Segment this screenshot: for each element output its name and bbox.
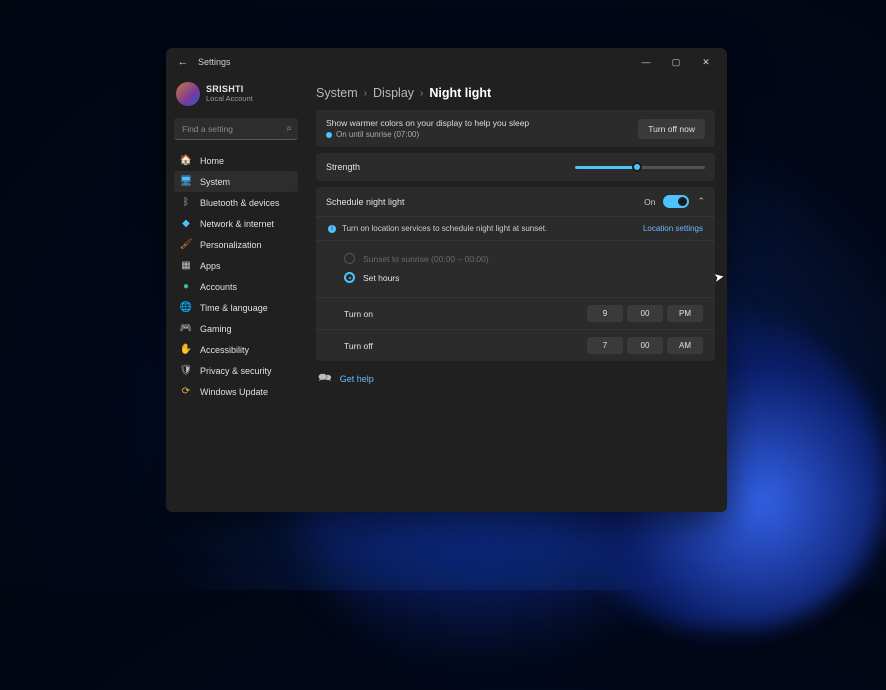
nav-icon: ✋ [180, 344, 192, 355]
location-info-row: i Turn on location services to schedule … [316, 217, 715, 241]
sidebar-item-home[interactable]: 🏠 Home [174, 150, 298, 171]
turn-off-label: Turn off [344, 341, 373, 351]
strength-card: Strength [316, 153, 715, 181]
search-icon: ⌕ [286, 123, 292, 134]
turn-off-hour-picker[interactable]: 7 [587, 337, 623, 354]
strength-slider[interactable] [575, 161, 705, 173]
nav-icon: 🌐 [180, 302, 192, 313]
info-icon: i [328, 225, 336, 233]
user-account-type: Local Account [206, 95, 253, 103]
breadcrumb: System › Display › Night light [316, 86, 715, 100]
nav-label: Network & internet [200, 219, 274, 229]
nav-icon: 🛡 [180, 365, 192, 376]
settings-window: ← Settings — ▢ ✕ SRISHTI Local Account ⌕… [166, 48, 727, 512]
titlebar: ← Settings — ▢ ✕ [166, 48, 727, 76]
radio-set-hours[interactable]: Set hours [344, 268, 701, 287]
avatar [176, 82, 200, 106]
turn-off-button[interactable]: Turn off now [638, 119, 705, 139]
nav-label: Bluetooth & devices [200, 198, 280, 208]
sidebar-item-bluetooth-devices[interactable]: ᛒ Bluetooth & devices [174, 192, 298, 213]
location-info-text: Turn on location services to schedule ni… [342, 224, 547, 233]
nav-icon: ◆ [180, 218, 192, 229]
turn-on-ampm-picker[interactable]: PM [667, 305, 703, 322]
turn-off-time-row: Turn off 7 00 AM [316, 330, 715, 361]
location-settings-link[interactable]: Location settings [643, 224, 703, 233]
sidebar-item-personalization[interactable]: 🖌 Personalization [174, 234, 298, 255]
nav-label: System [200, 177, 230, 187]
turn-on-time-row: Turn on 9 00 PM [316, 298, 715, 330]
nav-icon: 🖌 [180, 239, 192, 250]
turn-on-label: Turn on [344, 309, 373, 319]
sidebar-item-system[interactable]: 🖥 System [174, 171, 298, 192]
radio-icon [344, 253, 355, 264]
nav-icon: ▦ [180, 260, 192, 271]
window-title: Settings [198, 57, 231, 67]
turn-on-hour-picker[interactable]: 9 [587, 305, 623, 322]
status-indicator-icon [326, 132, 332, 138]
nav-label: Time & language [200, 303, 268, 313]
schedule-toggle[interactable] [663, 195, 689, 208]
chevron-right-icon: › [364, 88, 367, 99]
schedule-card: Schedule night light On ⌃ i Turn on loca… [316, 187, 715, 361]
nav-label: Windows Update [200, 387, 268, 397]
help-icon: 🗪 [318, 369, 332, 388]
minimize-button[interactable]: — [631, 51, 661, 73]
turn-off-minute-picker[interactable]: 00 [627, 337, 663, 354]
radio-sunset-to-sunrise: Sunset to sunrise (00:00 – 00:00) [344, 249, 701, 268]
nav-icon: 🏠 [180, 155, 192, 166]
maximize-button[interactable]: ▢ [661, 51, 691, 73]
sidebar-item-apps[interactable]: ▦ Apps [174, 255, 298, 276]
close-button[interactable]: ✕ [691, 51, 721, 73]
sidebar-item-network-internet[interactable]: ◆ Network & internet [174, 213, 298, 234]
turn-on-minute-picker[interactable]: 00 [627, 305, 663, 322]
sidebar-item-windows-update[interactable]: ⟳ Windows Update [174, 381, 298, 402]
window-controls: — ▢ ✕ [631, 51, 721, 73]
sidebar: SRISHTI Local Account ⌕ 🏠 Home 🖥 System ᛒ Blu… [166, 76, 304, 512]
sidebar-item-gaming[interactable]: 🎮 Gaming [174, 318, 298, 339]
nav-label: Accounts [200, 282, 237, 292]
schedule-label: Schedule night light [326, 197, 405, 207]
search-input[interactable] [174, 118, 298, 140]
nav-icon: 🖥 [180, 176, 192, 187]
nav-label: Personalization [200, 240, 262, 250]
nav-icon: ⟳ [180, 386, 192, 397]
nav-label: Accessibility [200, 345, 249, 355]
get-help-link[interactable]: 🗪 Get help [316, 369, 715, 388]
chevron-right-icon: › [420, 88, 423, 99]
schedule-header[interactable]: Schedule night light On ⌃ [316, 187, 715, 216]
toggle-state-text: On [644, 197, 655, 207]
schedule-mode-group: Sunset to sunrise (00:00 – 00:00) Set ho… [316, 241, 715, 298]
breadcrumb-current: Night light [429, 86, 491, 100]
nav-icon: 🎮 [180, 323, 192, 334]
turn-off-ampm-picker[interactable]: AM [667, 337, 703, 354]
strength-label: Strength [326, 162, 360, 172]
sidebar-item-accounts[interactable]: ● Accounts [174, 276, 298, 297]
breadcrumb-system[interactable]: System [316, 86, 358, 100]
nav-icon: ● [180, 281, 192, 292]
breadcrumb-display[interactable]: Display [373, 86, 414, 100]
sidebar-item-time-language[interactable]: 🌐 Time & language [174, 297, 298, 318]
search-wrap: ⌕ [174, 118, 298, 140]
nav-label: Apps [200, 261, 221, 271]
nav-icon: ᛒ [180, 197, 192, 208]
user-profile[interactable]: SRISHTI Local Account [174, 80, 298, 114]
status-card: Show warmer colors on your display to he… [316, 110, 715, 147]
status-subtext: On until sunrise (07:00) [336, 130, 419, 139]
back-button[interactable]: ← [172, 51, 194, 73]
status-description: Show warmer colors on your display to he… [326, 118, 529, 128]
main-content: System › Display › Night light Show warm… [304, 76, 727, 512]
chevron-up-icon: ⌃ [697, 196, 705, 207]
nav-label: Home [200, 156, 224, 166]
sidebar-item-accessibility[interactable]: ✋ Accessibility [174, 339, 298, 360]
nav-label: Privacy & security [200, 366, 272, 376]
sidebar-item-privacy-security[interactable]: 🛡 Privacy & security [174, 360, 298, 381]
nav-label: Gaming [200, 324, 232, 334]
radio-icon [344, 272, 355, 283]
